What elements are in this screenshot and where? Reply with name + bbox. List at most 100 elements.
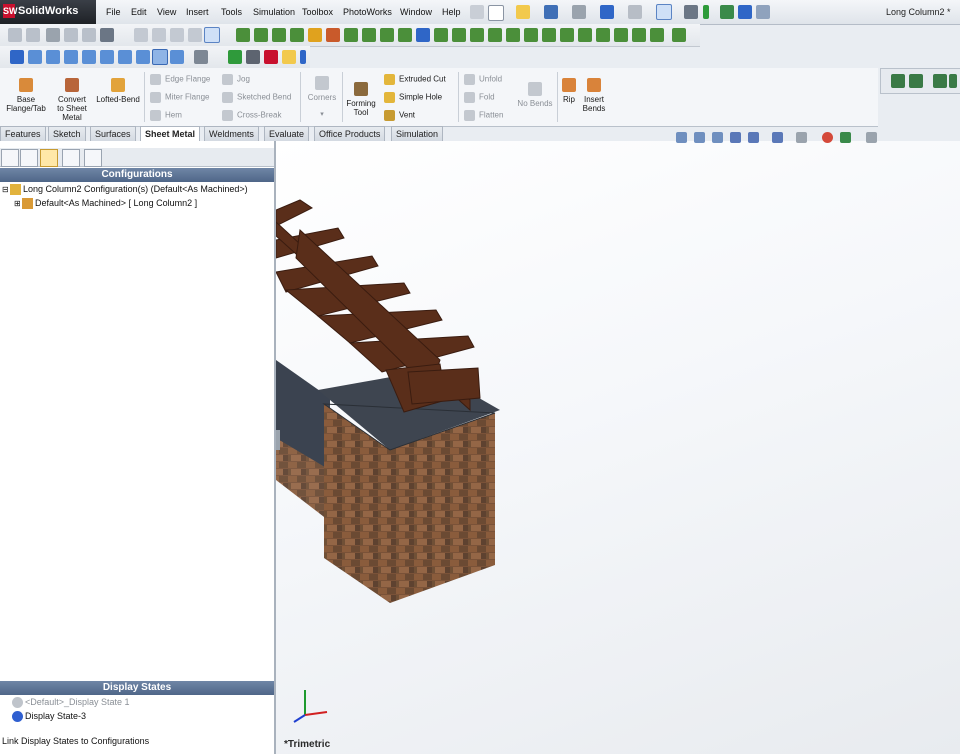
menu-file[interactable]: File: [106, 7, 121, 17]
view-top-icon[interactable]: [100, 50, 114, 66]
select-tool-icon[interactable]: [204, 27, 220, 45]
hem-button[interactable]: Hem: [150, 110, 182, 121]
zoom-area-icon[interactable]: [694, 132, 705, 145]
sketch-tool-6-icon[interactable]: [326, 28, 340, 44]
undo-icon[interactable]: [600, 5, 614, 21]
sketch-tool-20-icon[interactable]: [578, 28, 592, 44]
menu-edit[interactable]: Edit: [131, 7, 147, 17]
open-folder-icon[interactable]: [516, 5, 530, 21]
toolbar-icon-3[interactable]: [46, 28, 60, 44]
property-manager-tab-icon[interactable]: [20, 149, 38, 167]
pin-icon[interactable]: [470, 5, 484, 21]
tab-sheet-metal[interactable]: Sheet Metal: [140, 126, 201, 142]
sketch-tool-8-icon[interactable]: [362, 28, 376, 44]
no-bends-button[interactable]: No Bends: [514, 82, 556, 108]
select-arrow-icon[interactable]: [656, 4, 672, 22]
normal-to-icon[interactable]: [10, 50, 24, 66]
pane-icon-4[interactable]: [949, 74, 957, 90]
view-iso-icon[interactable]: [136, 50, 150, 66]
toolbar-icon-9[interactable]: [188, 28, 202, 44]
display-state-default[interactable]: <Default>_Display State 1: [12, 697, 130, 709]
sketch-tool-3-icon[interactable]: [272, 28, 286, 44]
toolbar-icon-2[interactable]: [26, 28, 40, 44]
tab-weldments[interactable]: Weldments: [204, 126, 259, 141]
convert-to-sheet-metal-button[interactable]: Convert to Sheet Metal: [52, 78, 92, 122]
menu-help[interactable]: Help: [442, 7, 461, 17]
rip-button[interactable]: Rip: [559, 78, 579, 104]
info-icon[interactable]: [300, 50, 306, 66]
configuration-root[interactable]: ⊟ Long Column2 Configuration(s) (Default<…: [2, 184, 248, 196]
tab-office-products[interactable]: Office Products: [314, 126, 386, 141]
view-back-icon[interactable]: [46, 50, 60, 66]
toolbar-icon-7[interactable]: [152, 28, 166, 44]
pane-icon-3[interactable]: [933, 74, 947, 90]
sketch-tool-5-icon[interactable]: [308, 28, 322, 44]
tab-sketch[interactable]: Sketch: [48, 126, 86, 141]
forming-tool-button[interactable]: Forming Tool: [344, 82, 378, 117]
view-settings-icon[interactable]: [866, 132, 877, 145]
sketch-tool-9-icon[interactable]: [380, 28, 394, 44]
view-front-icon[interactable]: [28, 50, 42, 66]
toolbar-icon-8[interactable]: [170, 28, 184, 44]
sketch-tool-13-icon[interactable]: [452, 28, 466, 44]
tab-evaluate[interactable]: Evaluate: [264, 126, 310, 141]
sketch-tool-12-icon[interactable]: [434, 28, 448, 44]
view-right-icon[interactable]: [82, 50, 96, 66]
link-display-states-checkbox[interactable]: Link Display States to Configurations: [2, 736, 149, 746]
sketch-tool-25-icon[interactable]: [672, 28, 686, 44]
sketch-tool-14-icon[interactable]: [470, 28, 484, 44]
sketch-tool-16-icon[interactable]: [506, 28, 520, 44]
vent-button[interactable]: Vent: [384, 110, 415, 121]
filter-icon[interactable]: [134, 28, 148, 44]
sketch-tool-11-icon[interactable]: [416, 28, 430, 44]
display-state-3[interactable]: Display State-3: [12, 711, 86, 723]
tab-simulation[interactable]: Simulation: [391, 126, 444, 141]
stop-icon[interactable]: [246, 50, 260, 66]
new-document-icon[interactable]: [488, 5, 504, 23]
tab-features[interactable]: Features: [0, 126, 46, 141]
move-icon[interactable]: [738, 5, 752, 21]
view-bottom-icon[interactable]: [118, 50, 132, 66]
sketch-tool-22-icon[interactable]: [614, 28, 628, 44]
configuration-manager-tab-icon[interactable]: [40, 149, 58, 167]
rebuild-icon[interactable]: [684, 5, 698, 21]
sketch-tool-17-icon[interactable]: [524, 28, 538, 44]
view-dimetric-icon[interactable]: [170, 50, 184, 66]
appearance-icon[interactable]: [822, 132, 833, 145]
menu-view[interactable]: View: [157, 7, 176, 17]
cross-break-button[interactable]: Cross-Break: [222, 110, 281, 121]
redo-icon[interactable]: [628, 5, 642, 21]
collapse-icon[interactable]: ⊟: [2, 185, 10, 194]
menu-photoworks[interactable]: PhotoWorks: [343, 7, 392, 17]
feature-manager-tab-icon[interactable]: [1, 149, 19, 167]
unfold-button[interactable]: Unfold: [464, 74, 502, 85]
toolbar-icon-5[interactable]: [82, 28, 96, 44]
menu-simulation[interactable]: Simulation: [253, 7, 295, 17]
view-left-icon[interactable]: [64, 50, 78, 66]
display-style-icon[interactable]: [772, 132, 783, 145]
properties-icon[interactable]: [756, 5, 770, 21]
simple-hole-button[interactable]: Simple Hole: [384, 92, 442, 103]
flatten-button[interactable]: Flatten: [464, 110, 503, 121]
pane-icon-1[interactable]: [891, 74, 905, 90]
edge-flange-button[interactable]: Edge Flange: [150, 74, 210, 85]
hide-show-icon[interactable]: [796, 132, 807, 145]
display-manager-tab-icon[interactable]: [84, 149, 102, 167]
toolbar-icon-1[interactable]: [8, 28, 22, 44]
tab-surfaces[interactable]: Surfaces: [90, 126, 136, 141]
sketch-tool-21-icon[interactable]: [596, 28, 610, 44]
corners-dropdown-icon[interactable]: ▾: [304, 110, 340, 119]
sketch-tool-4-icon[interactable]: [290, 28, 304, 44]
view-orientation-icon[interactable]: [748, 132, 759, 145]
sketch-tool-7-icon[interactable]: [344, 28, 358, 44]
menu-toolbox[interactable]: Toolbox: [302, 7, 333, 17]
sketched-bend-button[interactable]: Sketched Bend: [222, 92, 291, 103]
menu-window[interactable]: Window: [400, 7, 432, 17]
expand-icon[interactable]: ⊞: [14, 199, 22, 208]
sketch-tool-15-icon[interactable]: [488, 28, 502, 44]
note-icon[interactable]: [282, 50, 296, 66]
menu-insert[interactable]: Insert: [186, 7, 209, 17]
fold-button[interactable]: Fold: [464, 92, 495, 103]
sketch-tool-1-icon[interactable]: [236, 28, 250, 44]
lofted-bend-button[interactable]: Lofted-Bend: [94, 78, 142, 104]
